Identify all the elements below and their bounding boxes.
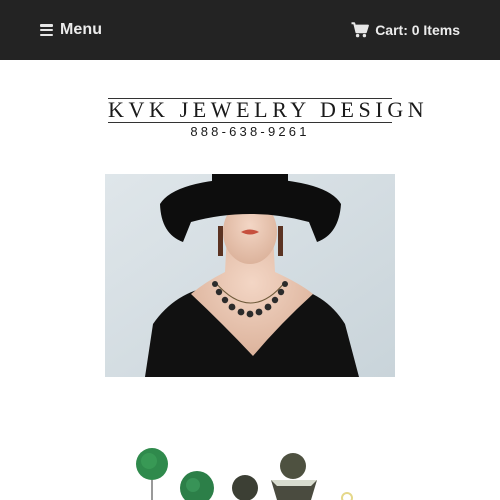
menu-label: Menu <box>60 21 103 38</box>
hero-photo-illustration <box>105 174 395 377</box>
logo-top-rule <box>108 98 392 99</box>
hamburger-icon <box>40 24 53 36</box>
top-navigation-bar: Menu Cart: 0 Items <box>0 0 500 60</box>
hero-image[interactable] <box>105 174 395 377</box>
product-preview-image[interactable] <box>125 440 375 500</box>
cart-label: Cart: 0 Items <box>375 22 460 38</box>
logo-brand-name: KVK JEWELRY DESIGN <box>108 97 429 122</box>
logo-phone-number: 888-638-9261 <box>190 124 310 139</box>
site-logo[interactable]: KVK JEWELRY DESIGN 888-638-9261 <box>108 97 429 139</box>
logo-divider-rule <box>108 122 392 123</box>
earrings-illustration <box>136 448 353 500</box>
menu-button[interactable]: Menu <box>40 19 102 41</box>
cart-link[interactable]: Cart: 0 Items <box>351 19 460 41</box>
shopping-cart-icon <box>351 22 370 38</box>
